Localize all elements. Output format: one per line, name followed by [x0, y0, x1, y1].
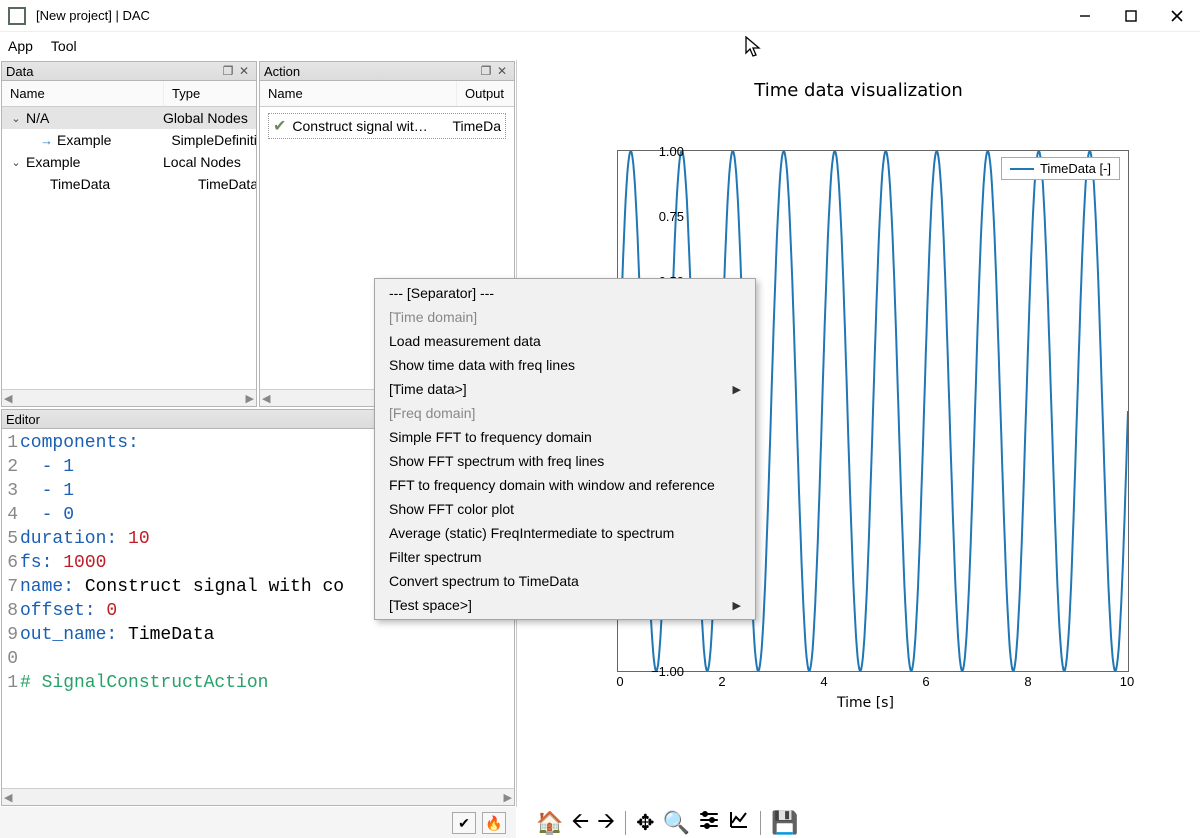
action-col-name[interactable]: Name [260, 81, 457, 106]
data-row-na[interactable]: ⌄N/A Global Nodes [2, 107, 256, 129]
action-panel-close-icon[interactable]: ✕ [494, 64, 510, 78]
menu-simple-fft[interactable]: Simple FFT to frequency domain [375, 425, 755, 449]
xtick: 10 [1112, 674, 1142, 689]
data-columns: Name Type [2, 81, 256, 107]
maximize-button[interactable] [1108, 0, 1154, 31]
ytick: −1.00 [634, 664, 684, 679]
menu-test-space-sub[interactable]: [Test space>]▶ [375, 593, 755, 617]
plot-toolbar: 🏠 🡨 🡪 ✥ 🔍 💾 [516, 807, 1200, 838]
xtick: 2 [707, 674, 737, 689]
menu-tool[interactable]: Tool [51, 38, 77, 54]
legend-swatch [1010, 168, 1034, 170]
mouse-cursor-icon [745, 36, 761, 63]
action-row-name: Construct signal wit… [292, 118, 446, 134]
home-icon[interactable]: 🏠 [536, 810, 563, 836]
data-panel-body: Name Type ⌄N/A Global Nodes →Example Sim… [2, 81, 256, 389]
menu-time-data-sub[interactable]: [Time data>]▶ [375, 377, 755, 401]
xtick: 0 [605, 674, 635, 689]
action-panel-float-icon[interactable]: ❐ [478, 64, 494, 78]
data-col-name[interactable]: Name [2, 81, 164, 106]
apply-button[interactable]: ✔ [452, 812, 476, 834]
editor-gutter: 12345678901 [2, 431, 20, 695]
menu-filter-spectrum[interactable]: Filter spectrum [375, 545, 755, 569]
configure-icon[interactable] [698, 809, 720, 837]
minimize-button[interactable] [1062, 0, 1108, 31]
submenu-arrow-icon: ▶ [733, 383, 741, 396]
submenu-arrow-icon: ▶ [733, 599, 741, 612]
chart-title: Time data visualization [517, 60, 1200, 111]
ytick: 1.00 [634, 144, 684, 159]
close-icon [1171, 10, 1183, 22]
ytick: 0.75 [634, 209, 684, 224]
axes-icon[interactable] [728, 809, 750, 837]
editor-panel-title: Editor [6, 412, 40, 427]
data-row-timedata[interactable]: TimeData TimeData [2, 173, 256, 195]
chevron-down-icon: ⌄ [10, 112, 22, 125]
save-icon[interactable]: 💾 [771, 810, 798, 836]
forward-icon[interactable]: 🡪 [597, 804, 615, 838]
menu-fft-color[interactable]: Show FFT color plot [375, 497, 755, 521]
back-icon[interactable]: 🡨 [571, 804, 589, 838]
action-col-output[interactable]: Output [457, 81, 512, 106]
pan-icon[interactable]: ✥ [636, 810, 654, 836]
action-panel-header[interactable]: Action ❐ ✕ [260, 62, 514, 81]
menu-show-fft-lines[interactable]: Show FFT spectrum with freq lines [375, 449, 755, 473]
data-panel-float-icon[interactable]: ❐ [220, 64, 236, 78]
arrow-right-icon: → [40, 133, 53, 148]
toolbar-separator [760, 811, 761, 835]
data-row-example1[interactable]: →Example SimpleDefiniti… [2, 129, 256, 151]
title-bar: [New project] | DAC [0, 0, 1200, 32]
data-col-type[interactable]: Type [164, 81, 208, 106]
xtick: 6 [911, 674, 941, 689]
zoom-icon[interactable]: 🔍 [663, 810, 690, 836]
menu-bar: App Tool [0, 32, 1200, 60]
menu-convert-spectrum[interactable]: Convert spectrum to TimeData [375, 569, 755, 593]
menu-load-measurement[interactable]: Load measurement data [375, 329, 755, 353]
run-button[interactable]: 🔥 [482, 812, 506, 834]
menu-show-time-freq[interactable]: Show time data with freq lines [375, 353, 755, 377]
menu-fft-window-ref[interactable]: FFT to frequency domain with window and … [375, 473, 755, 497]
action-row-output: TimeDa [453, 118, 502, 134]
editor-panel-hscroll[interactable]: ◀▶ [2, 788, 514, 805]
minimize-icon [1079, 10, 1091, 22]
menu-freq-domain-header: [Freq domain] [375, 401, 755, 425]
xtick: 4 [809, 674, 839, 689]
plot-legend[interactable]: TimeData [-] [1001, 157, 1120, 180]
x-axis-label: Time [s] [837, 695, 894, 711]
menu-time-domain-header: [Time domain] [375, 305, 755, 329]
chevron-down-icon: ⌄ [10, 156, 22, 169]
data-panel-header[interactable]: Data ❐ ✕ [2, 62, 256, 81]
context-menu[interactable]: --- [Separator] --- [Time domain] Load m… [374, 278, 756, 620]
window-title: [New project] | DAC [36, 8, 150, 23]
menu-avg-static[interactable]: Average (static) FreqIntermediate to spe… [375, 521, 755, 545]
data-panel-hscroll[interactable]: ◀▶ [2, 389, 256, 406]
menu-app[interactable]: App [8, 38, 33, 54]
action-panel-title: Action [264, 64, 300, 79]
editor-bottom-buttons: ✔ 🔥 [0, 807, 516, 838]
action-columns: Name Output [260, 81, 514, 107]
menu-separator-item[interactable]: --- [Separator] --- [375, 281, 755, 305]
legend-label: TimeData [-] [1040, 161, 1111, 176]
app-icon [8, 7, 26, 25]
data-row-example2[interactable]: ⌄Example Local Nodes [2, 151, 256, 173]
toolbar-separator [625, 811, 626, 835]
xtick: 8 [1013, 674, 1043, 689]
data-panel-close-icon[interactable]: ✕ [236, 64, 252, 78]
maximize-icon [1125, 10, 1137, 22]
checkmark-icon: ✔ [273, 116, 286, 136]
close-button[interactable] [1154, 0, 1200, 31]
data-panel-title: Data [6, 64, 33, 79]
data-panel: Data ❐ ✕ Name Type ⌄N/A Global Nodes →Ex… [1, 61, 257, 407]
action-row-construct-signal[interactable]: ✔ Construct signal wit… TimeDa [268, 113, 506, 139]
